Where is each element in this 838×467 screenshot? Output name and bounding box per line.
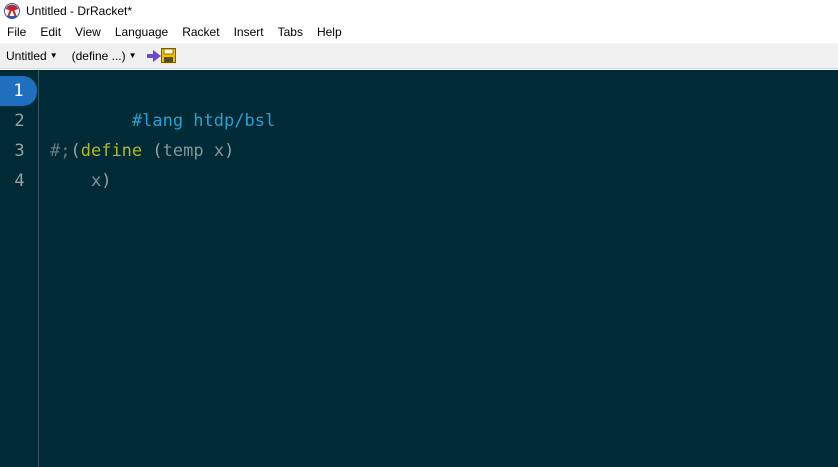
close-paren: ) — [224, 141, 235, 161]
file-dropdown[interactable]: Untitled ▼ — [6, 49, 58, 63]
code-line-4: x) — [50, 166, 112, 196]
menu-insert[interactable]: Insert — [227, 22, 271, 43]
definitions-editor[interactable]: 1 2 3 4 #lang htdp/bsl #;(define (temp x… — [0, 70, 838, 467]
datum-comment-prefix: #; — [50, 141, 71, 161]
chevron-down-icon: ▼ — [49, 51, 58, 60]
line-number: 3 — [14, 141, 25, 161]
close-paren: ) — [101, 171, 112, 191]
menu-bar: File Edit View Language Racket Insert Ta… — [0, 22, 838, 43]
code-area[interactable]: #lang htdp/bsl #;(define (temp x) x) — [50, 70, 830, 467]
line-number-gutter: 1 2 3 4 — [0, 70, 39, 467]
file-dropdown-label: Untitled — [6, 48, 47, 63]
save-floppy-icon[interactable] — [160, 48, 176, 63]
menu-language[interactable]: Language — [108, 22, 175, 43]
drracket-window: Untitled - DrRacket* File Edit View Lang… — [0, 0, 838, 467]
parameter: x — [213, 141, 225, 161]
define-dropdown[interactable]: (define ...) ▼ — [72, 49, 137, 63]
chevron-down-icon: ▼ — [128, 51, 137, 60]
run-arrow-icon[interactable] — [146, 49, 161, 62]
body-expression: x — [90, 171, 102, 191]
open-paren: ( — [70, 141, 81, 161]
drracket-lambda-icon — [4, 3, 20, 19]
open-paren: ( — [152, 141, 163, 161]
line-number: 2 — [14, 111, 25, 131]
menu-view[interactable]: View — [68, 22, 108, 43]
line-number: 4 — [14, 171, 25, 191]
menu-help[interactable]: Help — [310, 22, 349, 43]
code-line-3: #;(define (temp x) — [50, 136, 234, 166]
line-number: 1 — [0, 76, 37, 106]
run-save-group — [146, 48, 176, 63]
title-bar: Untitled - DrRacket* — [0, 0, 838, 22]
menu-racket[interactable]: Racket — [175, 22, 226, 43]
menu-tabs[interactable]: Tabs — [271, 22, 310, 43]
function-name: temp — [162, 141, 204, 161]
lang-line: #lang htdp/bsl — [131, 111, 276, 131]
define-keyword: define — [80, 141, 143, 161]
menu-edit[interactable]: Edit — [33, 22, 68, 43]
menu-file[interactable]: File — [0, 22, 33, 43]
define-dropdown-label: (define ...) — [71, 48, 126, 63]
window-title: Untitled - DrRacket* — [26, 4, 133, 18]
toolbar: Untitled ▼ (define ...) ▼ — [0, 43, 838, 69]
code-line-1: #lang htdp/bsl — [50, 76, 275, 131]
